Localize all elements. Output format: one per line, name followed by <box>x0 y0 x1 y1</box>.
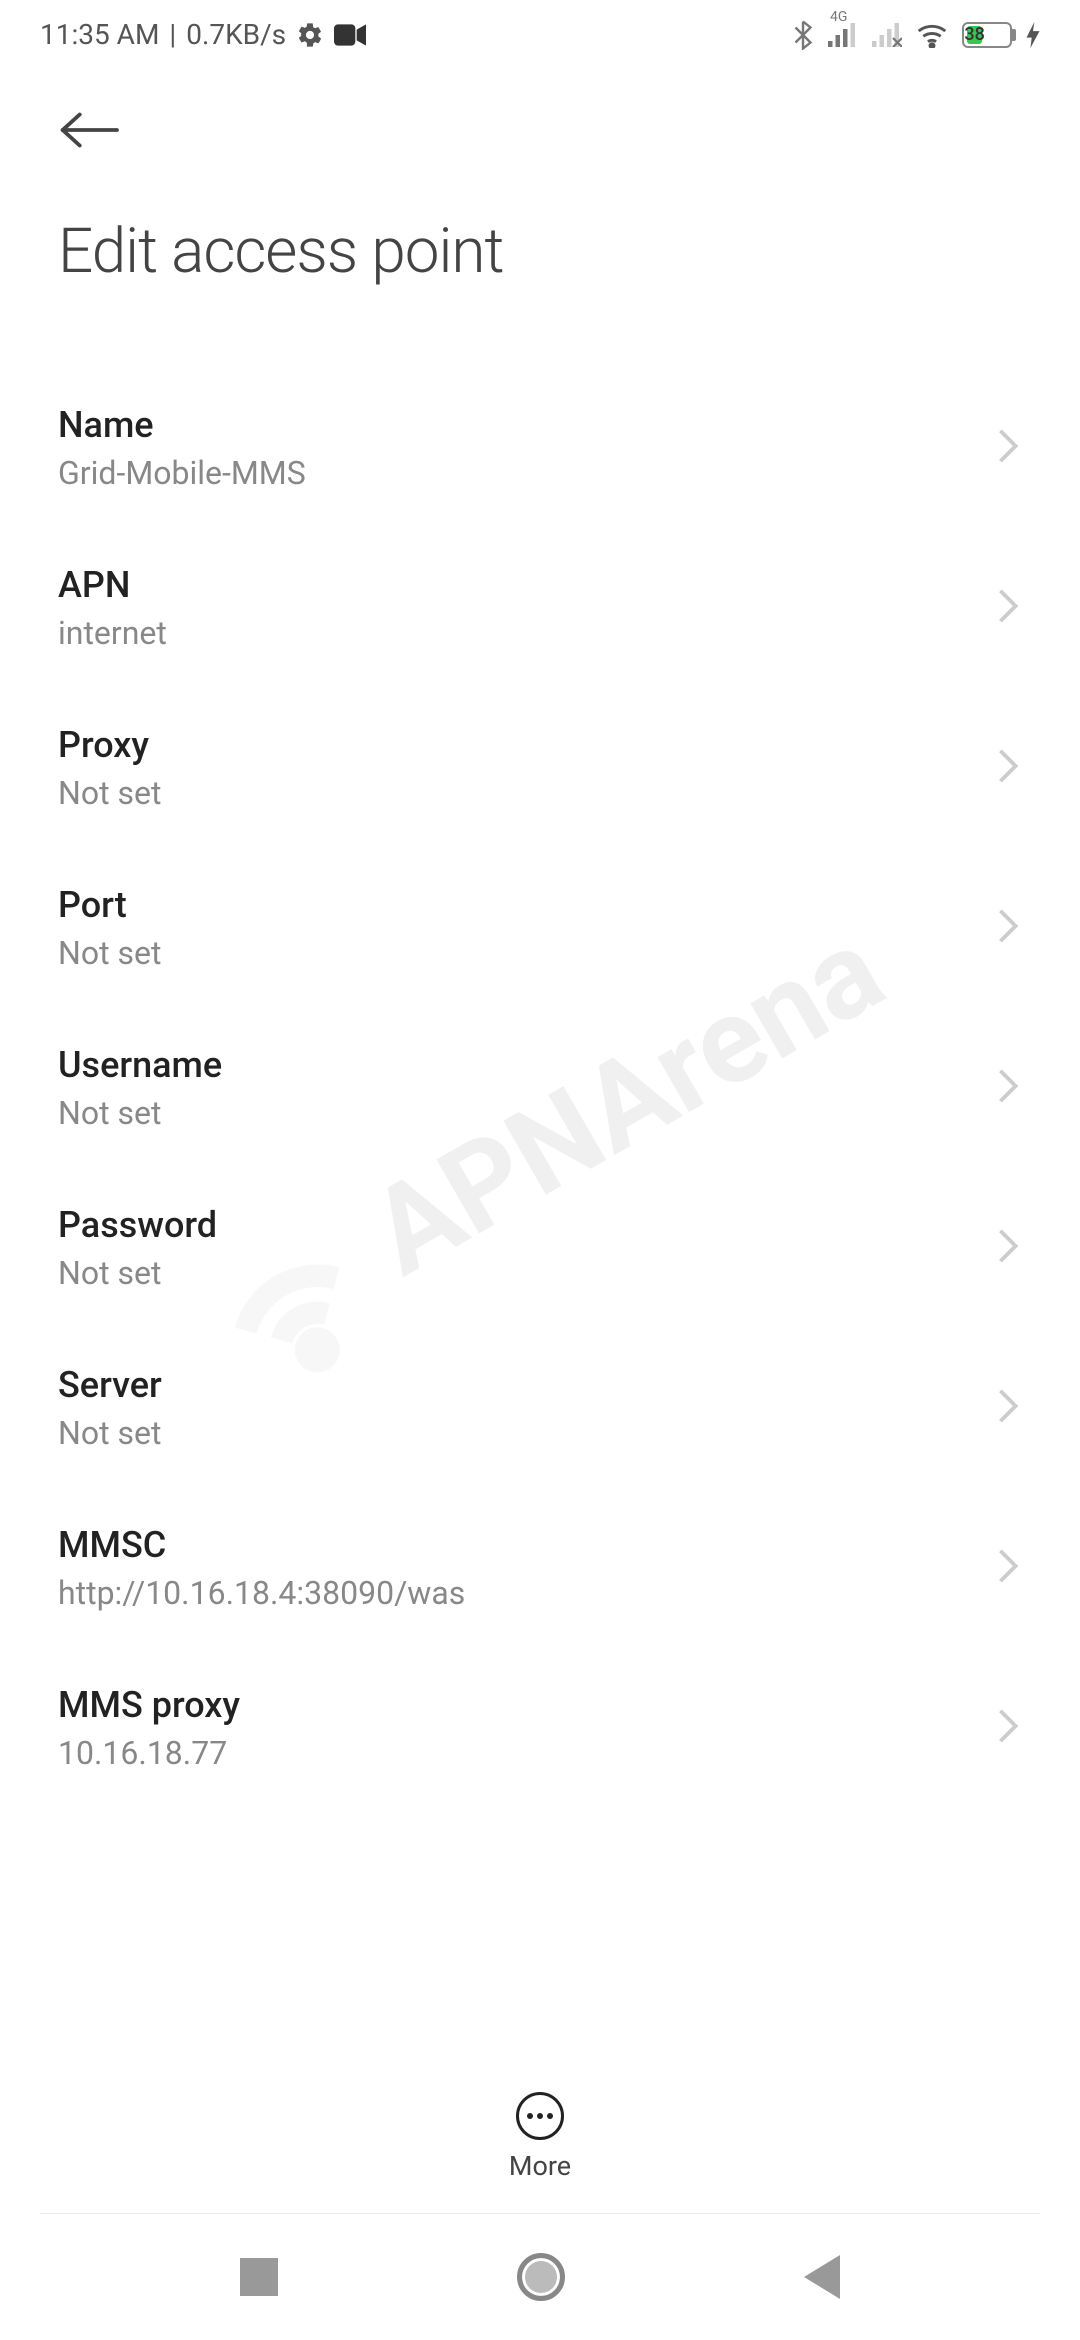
more-options-icon <box>516 2092 564 2140</box>
setting-value: Not set <box>58 1254 996 1292</box>
signal-1-icon: 4G <box>828 23 858 47</box>
chevron-right-icon <box>996 1547 1020 1589</box>
chevron-right-icon <box>996 747 1020 789</box>
setting-value: Not set <box>58 934 996 972</box>
setting-label: Server <box>58 1364 996 1406</box>
bluetooth-icon <box>792 20 814 50</box>
more-label: More <box>509 2150 571 2182</box>
charging-bolt-icon <box>1026 22 1040 48</box>
setting-row-apn[interactable]: APN internet <box>0 528 1080 688</box>
nav-home-button[interactable] <box>517 2253 565 2301</box>
setting-row-username[interactable]: Username Not set <box>0 1008 1080 1168</box>
setting-label: MMS proxy <box>58 1684 996 1726</box>
setting-row-proxy[interactable]: Proxy Not set <box>0 688 1080 848</box>
back-button[interactable] <box>58 109 1030 155</box>
signal-2-icon <box>872 23 902 47</box>
battery-icon: 38 <box>962 22 1012 48</box>
setting-value: Grid-Mobile-MMS <box>58 454 996 492</box>
chevron-right-icon <box>996 1067 1020 1109</box>
setting-value: http://10.16.18.4:38090/was <box>58 1574 996 1612</box>
chevron-right-icon <box>996 587 1020 629</box>
setting-label: Port <box>58 884 996 926</box>
bottom-toolbar: More <box>0 2070 1080 2204</box>
chevron-right-icon <box>996 1387 1020 1429</box>
page-title: Edit access point <box>58 215 1030 288</box>
setting-row-port[interactable]: Port Not set <box>0 848 1080 1008</box>
setting-value: 10.16.18.77 <box>58 1734 996 1772</box>
chevron-right-icon <box>996 1227 1020 1269</box>
chevron-right-icon <box>996 1707 1020 1749</box>
nav-back-button[interactable] <box>804 2255 840 2299</box>
setting-row-mmsc[interactable]: MMSC http://10.16.18.4:38090/was <box>0 1488 1080 1648</box>
setting-label: Proxy <box>58 724 996 766</box>
header: Edit access point <box>0 69 1080 308</box>
setting-value: Not set <box>58 1414 996 1452</box>
setting-row-server[interactable]: Server Not set <box>0 1328 1080 1488</box>
status-separator: | <box>169 18 176 51</box>
status-time: 11:35 AM <box>40 18 159 51</box>
settings-list: Name Grid-Mobile-MMS APN internet Pr <box>0 308 1080 1808</box>
status-bar: 11:35 AM | 0.7KB/s 4G <box>0 0 1080 69</box>
status-data-rate: 0.7KB/s <box>186 18 286 51</box>
more-button[interactable]: More <box>509 2092 571 2182</box>
setting-label: Password <box>58 1204 996 1246</box>
chevron-right-icon <box>996 427 1020 469</box>
setting-label: Username <box>58 1044 996 1086</box>
setting-label: MMSC <box>58 1524 996 1566</box>
setting-value: Not set <box>58 774 996 812</box>
setting-value: internet <box>58 614 996 652</box>
wifi-icon <box>916 22 948 48</box>
setting-value: Not set <box>58 1094 996 1132</box>
setting-label: Name <box>58 404 996 446</box>
gear-icon <box>296 21 324 49</box>
setting-row-password[interactable]: Password Not set <box>0 1168 1080 1328</box>
navigation-bar <box>0 2214 1080 2340</box>
chevron-right-icon <box>996 907 1020 949</box>
video-camera-icon <box>334 24 366 46</box>
nav-recents-button[interactable] <box>240 2258 278 2296</box>
setting-row-name[interactable]: Name Grid-Mobile-MMS <box>0 368 1080 528</box>
battery-percentage: 38 <box>967 26 982 44</box>
setting-row-mms-proxy[interactable]: MMS proxy 10.16.18.77 <box>0 1648 1080 1808</box>
setting-label: APN <box>58 564 996 606</box>
